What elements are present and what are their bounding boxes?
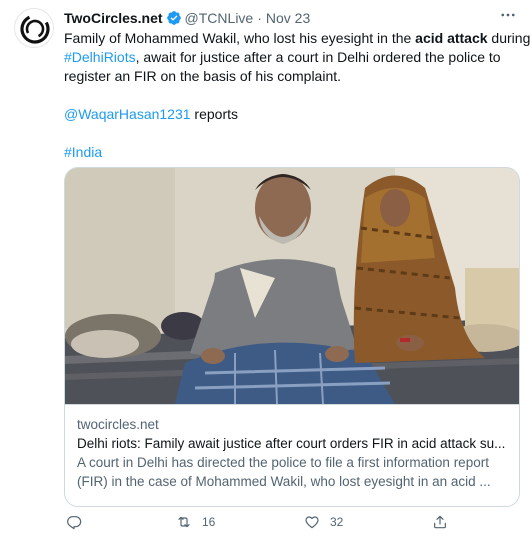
reply-icon bbox=[67, 516, 82, 530]
mention-waqarhasan[interactable]: @WaqarHasan1231 bbox=[64, 106, 191, 122]
tweet-text-segment: reports bbox=[190, 106, 239, 122]
tweet-text-segment: , await for justice after a court in Del… bbox=[135, 49, 501, 65]
card-description-line-1: A court in Delhi has directed the police… bbox=[77, 455, 489, 470]
tweet-line-2: #DelhiRiots, await for justice after a c… bbox=[64, 48, 524, 67]
hashtag-india[interactable]: #India bbox=[64, 144, 102, 160]
share-icon bbox=[434, 515, 446, 529]
separator-dot: · bbox=[257, 10, 262, 26]
tweet-text-bold: acid attack bbox=[415, 30, 488, 46]
card-photo-image bbox=[65, 168, 519, 404]
heart-icon bbox=[305, 516, 319, 529]
link-card[interactable]: twocircles.net Delhi riots: Family await… bbox=[64, 167, 520, 507]
tweet-line-3: register an FIR on the basis of his comp… bbox=[64, 68, 342, 84]
tweet-actions: 16 32 bbox=[64, 512, 520, 532]
share-button[interactable] bbox=[432, 512, 448, 532]
card-title: Delhi riots: Family await justice after … bbox=[77, 436, 506, 451]
tweet-line-4: @WaqarHasan1231 reports bbox=[64, 105, 524, 124]
card-image[interactable] bbox=[65, 168, 519, 404]
more-horizontal-icon bbox=[501, 13, 515, 17]
hashtag-delhiriots[interactable]: #DelhiRiots bbox=[64, 49, 136, 65]
tweet-text-segment: during bbox=[487, 30, 531, 46]
tweet-date[interactable]: Nov 23 bbox=[266, 10, 310, 26]
tweet-text: Family of Mohammed Wakil, who lost his e… bbox=[64, 29, 530, 162]
like-count: 32 bbox=[330, 515, 344, 529]
author-name[interactable]: TwoCircles.net bbox=[64, 10, 163, 26]
tweet-header: TwoCircles.net @TCNLive · Nov 23 bbox=[64, 9, 310, 27]
card-domain: twocircles.net bbox=[77, 417, 159, 432]
verified-badge-icon bbox=[166, 11, 181, 25]
card-meta[interactable]: twocircles.net Delhi riots: Family await… bbox=[65, 404, 519, 506]
more-options-button[interactable] bbox=[496, 6, 520, 24]
avatar[interactable] bbox=[14, 8, 54, 48]
tweet-line-1: Family of Mohammed Wakil, who lost his e… bbox=[64, 29, 530, 48]
tweet-line-5: #India bbox=[64, 143, 524, 162]
tweet[interactable]: TwoCircles.net @TCNLive · Nov 23 Family … bbox=[0, 0, 532, 538]
card-description-line-2: (FIR) in the case of Mohammed Wakil, who… bbox=[77, 474, 491, 489]
like-button[interactable]: 32 bbox=[304, 512, 343, 532]
tweet-text-segment: Family of Mohammed Wakil, who lost his e… bbox=[64, 30, 416, 46]
author-handle[interactable]: @TCNLive bbox=[185, 10, 254, 26]
reply-button[interactable] bbox=[66, 512, 92, 532]
twocircles-logo-icon bbox=[16, 10, 53, 47]
retweet-count: 16 bbox=[202, 515, 216, 529]
retweet-icon bbox=[178, 516, 190, 528]
retweet-button[interactable]: 16 bbox=[176, 512, 215, 532]
